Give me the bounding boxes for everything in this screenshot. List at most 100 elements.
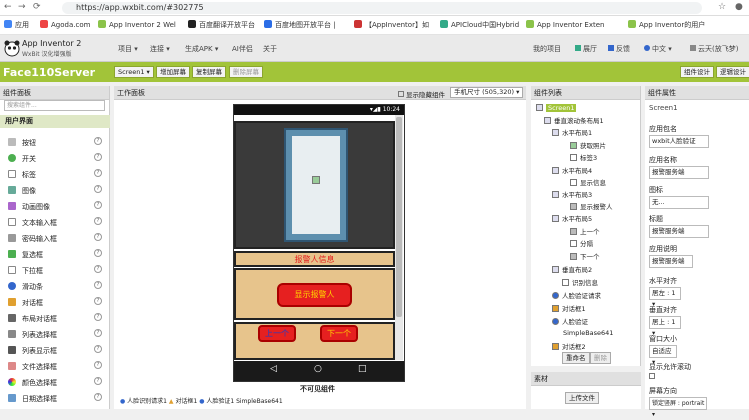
home-nav-icon[interactable]: ○ [314, 364, 322, 374]
palette-item-date-picker[interactable]: 日期选择框? [0, 390, 110, 406]
next-button[interactable]: 下一个 [320, 325, 358, 342]
help-icon[interactable]: ? [94, 233, 102, 241]
toggle-icon[interactable] [536, 104, 543, 111]
help-icon[interactable]: ? [94, 313, 102, 321]
palette-item-file-picker[interactable]: 文件选择框? [0, 358, 110, 374]
palette-item-list-picker[interactable]: 列表选择框? [0, 326, 110, 342]
help-icon[interactable]: ? [94, 185, 102, 193]
recents-nav-icon[interactable]: □ [358, 364, 367, 374]
show-hidden-checkbox[interactable]: 显示隐藏组件 [398, 89, 445, 99]
star-icon[interactable]: ☆ [718, 2, 726, 12]
toggle-icon[interactable] [552, 215, 559, 222]
palette-item-layout-dialog[interactable]: 布局对话框? [0, 310, 110, 326]
tree-node[interactable]: 显示信息 [570, 177, 606, 187]
palette-item-switch[interactable]: 开关? [0, 150, 110, 166]
palette-item-textbox[interactable]: 文本输入框? [0, 214, 110, 230]
bookmark-apicloud[interactable]: APICloud中国Hybrid [440, 20, 519, 30]
bookmark-baidu-translate[interactable]: 百度翻译开放平台 [188, 20, 255, 30]
tree-node[interactable]: 显示报警人 [570, 201, 613, 211]
designer-button[interactable]: 组件设计 [680, 66, 714, 78]
my-projects-link[interactable]: 我的项目 [533, 44, 561, 54]
help-icon[interactable]: ? [94, 265, 102, 273]
help-icon[interactable]: ? [94, 169, 102, 177]
window-size-select[interactable]: 自适应 ▾ [649, 345, 677, 366]
title-input[interactable]: 报警服务端 [649, 225, 709, 238]
help-icon[interactable]: ? [94, 137, 102, 145]
palette-item-checkbox[interactable]: 复选框? [0, 246, 110, 262]
help-icon[interactable]: ? [94, 329, 102, 337]
tree-node[interactable]: 对话框2 [552, 341, 586, 351]
tree-node[interactable]: 标签3 [570, 152, 597, 162]
add-screen-button[interactable]: 增加屏幕 [156, 66, 190, 78]
help-icon[interactable]: ? [94, 249, 102, 257]
palette-item-list-view[interactable]: 列表显示框? [0, 342, 110, 358]
tree-node[interactable]: 对话框1 [552, 303, 586, 313]
menu-about[interactable]: 关于 [263, 44, 277, 54]
feedback-link[interactable]: 反馈 [608, 44, 630, 54]
rename-button[interactable]: 重命名 [562, 352, 590, 364]
forward-icon[interactable]: → [18, 2, 26, 12]
tree-node[interactable]: 人脸验证请求 [552, 290, 601, 300]
menu-build[interactable]: 生成APK ▾ [185, 44, 218, 54]
palette-item-notifier[interactable]: 对话框? [0, 294, 110, 310]
tree-node[interactable]: Screen1 [536, 104, 577, 112]
app-name-input[interactable]: 报警服务端 [649, 166, 709, 179]
help-icon[interactable]: ? [94, 217, 102, 225]
tree-node[interactable]: 人脸验证 [552, 316, 588, 326]
help-icon[interactable]: ? [94, 297, 102, 305]
toggle-icon[interactable] [552, 129, 559, 136]
scroll-thumb[interactable] [396, 117, 402, 317]
help-icon[interactable]: ? [94, 361, 102, 369]
palette-item-slider[interactable]: 滑动条? [0, 278, 110, 294]
help-icon[interactable]: ? [94, 393, 102, 401]
reload-icon[interactable]: ⟳ [33, 2, 41, 12]
prev-button[interactable]: 上一个 [258, 325, 296, 342]
palette-section-user-interface[interactable]: 用户界面 [0, 115, 110, 128]
tree-node[interactable]: 下一个 [570, 251, 600, 261]
gallery-link[interactable]: 展厅 [575, 44, 597, 54]
back-nav-icon[interactable]: ◁ [270, 364, 277, 374]
phone-size-select[interactable]: 手机尺寸 (505,320) ▾ [450, 87, 524, 98]
toggle-icon[interactable] [544, 117, 551, 124]
bookmark-appinventor-blog[interactable]: 【AppInventor】如 [354, 20, 429, 30]
palette-item-label[interactable]: 标签? [0, 166, 110, 182]
tree-node[interactable]: 识别信息 [562, 277, 598, 287]
menu-companion[interactable]: AI伴侣 [232, 44, 253, 54]
tree-node[interactable]: 水平布局5 [552, 213, 592, 223]
tree-node[interactable]: 分隔 [570, 238, 593, 248]
palette-item-image[interactable]: 图像? [0, 182, 110, 198]
tree-node[interactable]: SimpleBase641 [563, 329, 613, 337]
toggle-icon[interactable] [552, 167, 559, 174]
screen-orientation-select[interactable]: 锁定竖屏 : portrait ▾ [649, 397, 707, 418]
palette-item-button[interactable]: 按钮? [0, 134, 110, 150]
toggle-icon[interactable] [552, 191, 559, 198]
bookmark-appinventor[interactable]: App Inventor 2 Wel [98, 20, 176, 29]
bookmark-extensions[interactable]: App Inventor Exten [526, 20, 604, 29]
language-select[interactable]: 中文 ▾ [644, 44, 672, 54]
palette-search-input[interactable]: 搜索组件... [4, 100, 105, 111]
account-icon[interactable]: ● [735, 2, 743, 12]
tree-node[interactable]: 垂直滚动条布局1 [544, 115, 604, 125]
bookmark-users[interactable]: App Inventor的用户 [628, 20, 705, 30]
back-icon[interactable]: ← [4, 2, 12, 12]
tree-node[interactable]: 水平布局3 [552, 189, 592, 199]
help-icon[interactable]: ? [94, 377, 102, 385]
app-description-input[interactable]: 报警服务端 [649, 255, 693, 268]
expand-icon[interactable] [552, 266, 559, 273]
help-icon[interactable]: ? [94, 153, 102, 161]
palette-item-password[interactable]: 密码输入框? [0, 230, 110, 246]
allow-scroll-checkbox[interactable] [649, 373, 655, 379]
palette-item-spinner[interactable]: 下拉框? [0, 262, 110, 278]
bookmark-agoda[interactable]: Agoda.com [40, 20, 90, 29]
help-icon[interactable]: ? [94, 345, 102, 353]
help-icon[interactable]: ? [94, 281, 102, 289]
delete-screen-button[interactable]: 删除屏幕 [229, 66, 263, 78]
palette-item-animated-image[interactable]: 动画图像? [0, 198, 110, 214]
icon-input[interactable]: 无... [649, 196, 709, 209]
copy-screen-button[interactable]: 复制屏幕 [192, 66, 226, 78]
help-icon[interactable]: ? [94, 201, 102, 209]
tree-node[interactable]: 垂直布局2 [552, 264, 592, 274]
tree-node[interactable]: 获取照片 [570, 140, 606, 150]
delete-button[interactable]: 删除 [590, 352, 611, 364]
align-horizontal-select[interactable]: 居左 : 1 ▾ [649, 287, 681, 308]
